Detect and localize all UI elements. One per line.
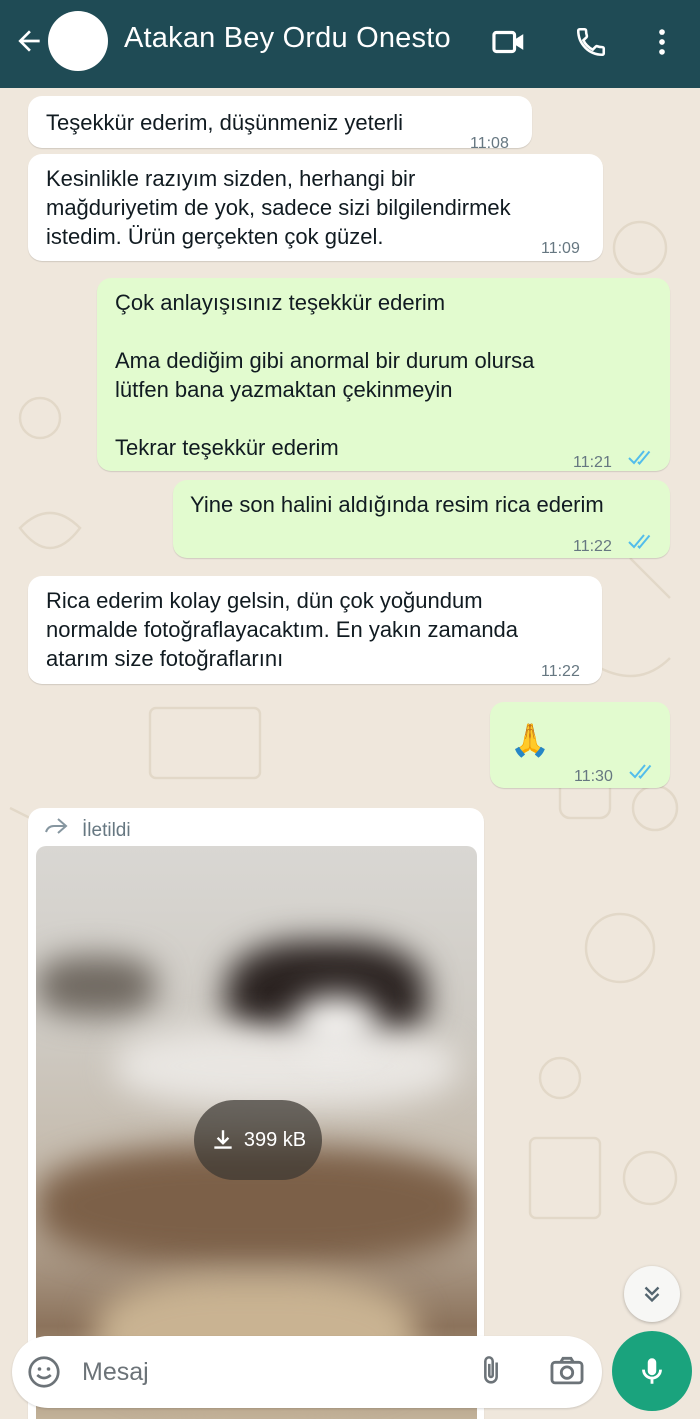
message-bubble[interactable]: Yine son halini aldığında resim rica ede…	[173, 480, 670, 558]
message-time: 11:09	[541, 240, 580, 257]
forwarded-label: İletildi	[82, 820, 131, 841]
video-call-icon	[492, 30, 524, 54]
double-chevron-down-icon	[644, 1286, 660, 1303]
download-button[interactable]: 399 kB	[194, 1100, 322, 1180]
microphone-icon	[642, 1358, 662, 1384]
message-text: Rica ederim kolay gelsin, dün çok yoğund…	[46, 588, 519, 671]
message-text: Çok anlayışısınız teşekkür ederim Ama de…	[115, 290, 535, 460]
message-emoji: 🙏	[510, 722, 550, 758]
message-bubble[interactable]: Rica ederim kolay gelsin, dün çok yoğund…	[28, 576, 602, 684]
more-vertical-icon	[659, 29, 665, 55]
message-time: 11:22	[573, 538, 612, 555]
back-button[interactable]	[10, 22, 48, 60]
message-text: Yine son halini aldığında resim rica ede…	[190, 492, 604, 517]
contact-name[interactable]: Atakan Bey Ordu Onesto	[124, 22, 451, 55]
message-time: 11:21	[573, 454, 612, 471]
message-text: Teşekkür ederim, düşünmeniz yeterli	[46, 110, 404, 135]
more-options-button[interactable]	[642, 22, 682, 62]
read-receipt-icon	[628, 534, 651, 549]
forwarded-icon	[45, 818, 68, 834]
message-input[interactable]: Mesaj	[82, 1358, 149, 1387]
paperclip-icon[interactable]	[474, 1352, 508, 1390]
message-time: 11:22	[541, 663, 580, 680]
message-bubble[interactable]: Teşekkür ederim, düşünmeniz yeterli 11:0…	[28, 96, 532, 152]
read-receipt-icon	[629, 764, 652, 779]
arrow-left-icon	[18, 30, 40, 52]
media-message-bubble[interactable]: İletildi 399 kB	[28, 808, 484, 1419]
message-time: 11:30	[574, 768, 613, 785]
download-icon	[214, 1130, 232, 1149]
scroll-to-bottom-button[interactable]	[624, 1266, 680, 1322]
video-call-button[interactable]	[489, 22, 529, 62]
phone-icon	[576, 27, 606, 57]
emoji-icon[interactable]	[26, 1354, 62, 1390]
message-bubble[interactable]: 🙏 11:30	[490, 702, 670, 788]
message-bubble[interactable]: Çok anlayışısınız teşekkür ederim Ama de…	[97, 278, 670, 471]
camera-icon[interactable]	[548, 1352, 586, 1390]
read-receipt-icon	[628, 450, 651, 465]
message-bubble[interactable]: Kesinlikle razıyım sizden, herhangi bir …	[28, 154, 603, 261]
voice-call-button[interactable]	[571, 22, 611, 62]
message-list[interactable]: Teşekkür ederim, düşünmeniz yeterli 11:0…	[0, 88, 700, 1419]
message-composer[interactable]: Mesaj	[12, 1336, 602, 1408]
download-size: 399 kB	[243, 1128, 307, 1151]
contact-avatar[interactable]	[48, 11, 108, 71]
voice-record-button[interactable]	[612, 1331, 692, 1411]
chat-header: Atakan Bey Ordu Onesto	[0, 0, 700, 88]
message-text: Kesinlikle razıyım sizden, herhangi bir …	[46, 166, 511, 249]
blurred-photo-preview[interactable]: 399 kB	[36, 846, 477, 1419]
